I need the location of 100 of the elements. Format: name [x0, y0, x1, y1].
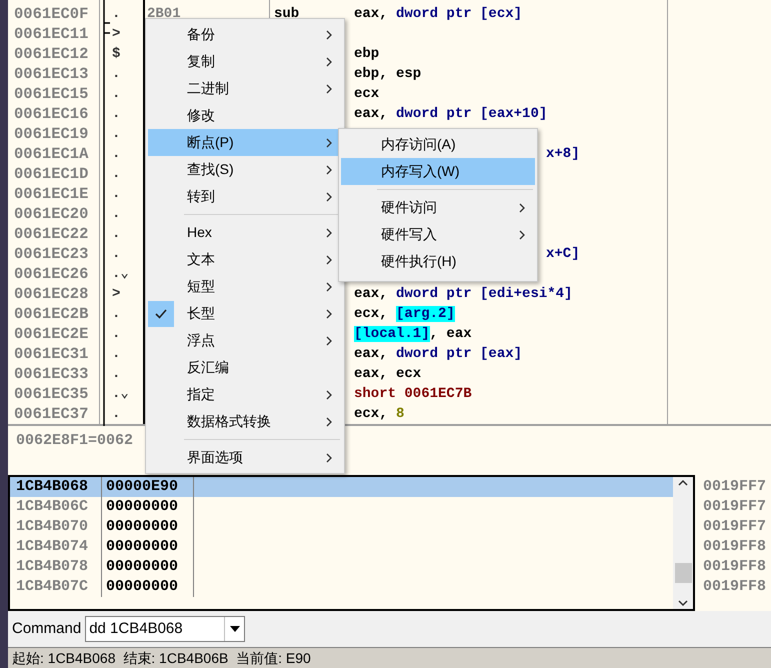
operand-text: ebp, esp [354, 66, 422, 82]
address-text: 0061EC12 [14, 45, 88, 63]
address-text: 0061EC1A [14, 145, 88, 163]
command-combo[interactable]: dd 1CB4B068 [85, 616, 246, 642]
address-text: 0061EC1E [14, 185, 88, 203]
status-text: 起始: 1CB4B068 结束: 1CB4B06B 当前值: E90 [12, 648, 311, 668]
jump-mark: . [112, 406, 120, 422]
dump-row[interactable]: 1CB4B078 00000000 [10, 557, 673, 577]
jump-mark: . [112, 366, 120, 382]
jump-mark: > [112, 26, 120, 42]
jump-mark: . [112, 146, 120, 162]
menu-item[interactable]: 硬件写入 [341, 221, 535, 248]
mnemonic-text: sub [274, 6, 300, 22]
menu-item[interactable]: 界面选项 [148, 444, 342, 471]
address-text: 0061EC15 [14, 85, 88, 103]
dropdown-arrow-icon[interactable] [230, 626, 240, 632]
info-line: 0062E8F1=0062 [16, 432, 134, 449]
jump-mark: . [112, 226, 120, 242]
menu-item[interactable]: 查找(S) [148, 156, 342, 183]
dump-row[interactable]: 1CB4B07C 00000000 [10, 577, 673, 597]
jump-mark: . [112, 206, 120, 222]
address-text: 0061EC35 [14, 385, 88, 403]
operand-text: eax, dword ptr [eax+10] [354, 106, 548, 122]
jump-mark: . [112, 326, 120, 342]
stack-address: 0019FF8 [703, 557, 768, 577]
menu-item[interactable]: 转到 [148, 183, 342, 210]
stack-address: 0019FF7 [703, 497, 768, 517]
jump-mark: . [112, 126, 120, 142]
menu-item[interactable]: 文本 [148, 246, 342, 273]
dump-row[interactable]: 1CB4B06C 00000000 [10, 497, 673, 517]
menu-item[interactable]: 短型 [148, 273, 342, 300]
stack-address: 0019FF8 [703, 577, 768, 597]
jump-mark: . [112, 86, 120, 102]
address-text: 0061EC11 [14, 25, 88, 43]
address-text: 0061EC1D [14, 165, 88, 183]
operand-text: eax, ecx [354, 366, 422, 382]
menu-item[interactable]: 硬件执行(H) [341, 248, 535, 275]
menu-item[interactable]: 数据格式转换 [148, 408, 342, 435]
menu-item[interactable]: 长型 [148, 300, 342, 327]
jump-mark: . [112, 306, 120, 322]
address-text: 0061EC33 [14, 365, 88, 383]
address-text: 0061EC16 [14, 105, 88, 123]
operand-text: eax, dword ptr [eax] [354, 346, 522, 362]
operand-text: ebp [354, 46, 380, 62]
scrollbar[interactable] [673, 477, 693, 609]
operand-text: ecx, 8 [354, 406, 404, 422]
address-text: 0061EC13 [14, 65, 88, 83]
address-text: 0061EC2B [14, 305, 88, 323]
stack-address: 0019FF7 [703, 517, 768, 537]
menu-item[interactable]: 硬件访问 [341, 194, 535, 221]
scroll-up-icon[interactable] [678, 479, 688, 486]
address-text: 0061EC0F [14, 5, 88, 23]
operand-text: eax, dword ptr [edi+esi*4] [354, 286, 572, 302]
jump-mark: . [112, 166, 120, 182]
jump-mark: > [112, 286, 120, 302]
address-text: 0061EC37 [14, 405, 88, 423]
address-text: 0061EC22 [14, 225, 88, 243]
menu-item[interactable]: 备份 [148, 21, 342, 48]
jump-mark: . [112, 186, 120, 202]
stack-address: 0019FF7 [703, 477, 768, 497]
menu-item[interactable]: 复制 [148, 48, 342, 75]
operand-text: [local.1], eax [354, 326, 472, 342]
menu-item[interactable]: 浮点 [148, 327, 342, 354]
opcode-text: 2B01 [147, 6, 181, 22]
address-text: 0061EC28 [14, 285, 88, 303]
menu-item[interactable]: 内存写入(W) [341, 158, 535, 185]
scroll-down-icon[interactable] [678, 600, 688, 607]
address-text: 0061EC19 [14, 125, 88, 143]
address-text: 0061EC2E [14, 325, 88, 343]
operand-text: short 0061EC7B [354, 386, 472, 402]
menu-item[interactable]: 指定 [148, 381, 342, 408]
operand-text: eax, dword ptr [ecx] [354, 6, 522, 22]
dump-row[interactable]: 1CB4B074 00000000 [10, 537, 673, 557]
dump-row[interactable]: 1CB4B068 00000E90 [10, 477, 673, 497]
operand-text: ecx, [arg.2] [354, 306, 455, 322]
menu-item[interactable]: 修改 [148, 102, 342, 129]
address-text: 0061EC20 [14, 205, 88, 223]
menu-item[interactable]: Hex [148, 219, 342, 246]
jump-mark: $ [112, 46, 120, 62]
menu-item[interactable]: 反汇编 [148, 354, 342, 381]
dump-row[interactable]: 1CB4B070 00000000 [10, 517, 673, 537]
jump-mark: . [112, 346, 120, 362]
operand-text: x+8] [546, 146, 580, 162]
command-label: Command [12, 618, 82, 639]
address-text: 0061EC31 [14, 345, 88, 363]
address-text: 0061EC23 [14, 245, 88, 263]
address-text: 0061EC26 [14, 265, 88, 283]
jump-mark: . [112, 106, 120, 122]
jump-mark: .⌄ [112, 386, 129, 402]
jump-mark: . [112, 6, 120, 22]
scroll-thumb[interactable] [674, 563, 692, 583]
checkmark-icon [148, 301, 174, 327]
operand-text: ecx [354, 86, 380, 102]
menu-item[interactable]: 二进制 [148, 75, 342, 102]
menu-item[interactable]: 内存访问(A) [341, 131, 535, 158]
operand-text: x+C] [546, 246, 580, 262]
stack-address: 0019FF8 [703, 537, 768, 557]
jump-mark: . [112, 246, 120, 262]
jump-mark: .⌄ [112, 266, 129, 282]
jump-mark: . [112, 66, 120, 82]
